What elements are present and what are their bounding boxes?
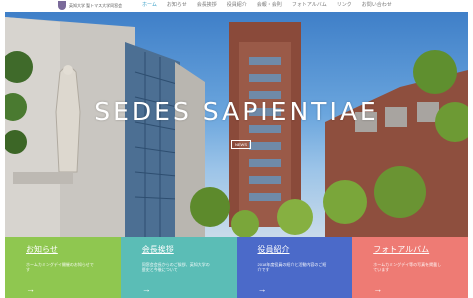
card-description: 2018年度役員の紹介と活動内容のご紹介です	[257, 262, 327, 272]
card-title[interactable]: お知らせ	[26, 245, 121, 255]
card-title[interactable]: 会長挨拶	[142, 245, 237, 255]
card-photo-album[interactable]: フォトアルバム ホームカミングデイ等の写真を掲載しています →	[352, 237, 468, 298]
nav-item-links[interactable]: リンク	[337, 2, 352, 8]
nav-item-contact[interactable]: お問い合わせ	[362, 2, 392, 8]
nav-item-greeting[interactable]: 会長挨拶	[197, 2, 217, 8]
nav-item-photo-album[interactable]: フォトアルバム	[292, 2, 327, 8]
nav-item-home[interactable]: ホーム	[142, 2, 157, 8]
school-crest-icon	[58, 1, 66, 10]
arrow-right-icon[interactable]: →	[142, 285, 151, 294]
hero-title: SEDES SAPIENTIAE	[94, 97, 379, 126]
card-officers[interactable]: 役員紹介 2018年度役員の紹介と活動内容のご紹介です →	[236, 237, 353, 298]
main-nav: ホーム お知らせ 会長挨拶 役員紹介 会報・会則 フォトアルバム リンク お問い…	[142, 2, 392, 8]
feature-cards: お知らせ ホームカミングデイ開催のお知らせです → 会長挨拶 同窓会会長からのご…	[5, 237, 468, 298]
logo-text: 英知大学 聖トマス大学同窓会	[69, 2, 123, 8]
card-title[interactable]: フォトアルバム	[373, 245, 468, 255]
arrow-right-icon[interactable]: →	[373, 285, 382, 294]
arrow-right-icon[interactable]: →	[26, 285, 35, 294]
card-news[interactable]: お知らせ ホームカミングデイ開催のお知らせです →	[5, 237, 121, 298]
site-logo[interactable]: 英知大学 聖トマス大学同窓会	[58, 1, 122, 10]
nav-item-news[interactable]: お知らせ	[167, 2, 187, 8]
arrow-right-icon[interactable]: →	[258, 285, 267, 294]
card-description: ホームカミングデイ開催のお知らせです	[26, 262, 94, 272]
nav-item-officers[interactable]: 役員紹介	[227, 2, 247, 8]
card-description: ホームカミングデイ等の写真を掲載しています	[373, 262, 442, 272]
news-button[interactable]: NEWS	[231, 140, 251, 149]
hero-banner: SEDES SAPIENTIAE NEWS	[5, 12, 468, 237]
site-header: 英知大学 聖トマス大学同窓会 ホーム お知らせ 会長挨拶 役員紹介 会報・会則 …	[0, 0, 473, 12]
nav-item-bulletin[interactable]: 会報・会則	[257, 2, 282, 8]
card-description: 同窓会会長からのご挨拶、英知大学の歴史と今後について	[141, 262, 210, 272]
card-greeting[interactable]: 会長挨拶 同窓会会長からのご挨拶、英知大学の歴史と今後について →	[120, 237, 237, 298]
card-title[interactable]: 役員紹介	[258, 245, 353, 255]
